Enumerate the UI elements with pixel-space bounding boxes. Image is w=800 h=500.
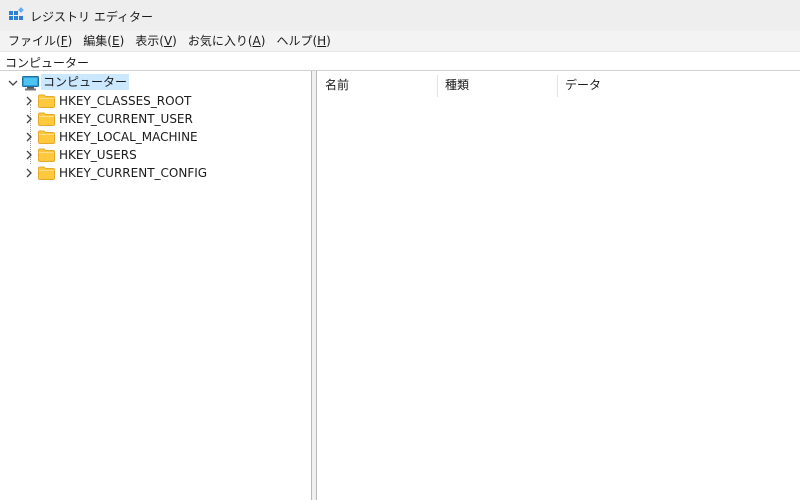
menu-help[interactable]: ヘルプ(H) — [272, 31, 334, 51]
chevron-right-icon[interactable] — [24, 114, 34, 124]
chevron-right-icon[interactable] — [24, 96, 34, 106]
title-bar[interactable]: レジストリ エディター — [0, 0, 800, 31]
column-header-data[interactable]: データ — [557, 73, 797, 97]
folder-icon — [38, 94, 55, 108]
tree-item-hkey-users[interactable]: HKEY_USERS — [59, 147, 137, 163]
tree-item-hkey-current-config[interactable]: HKEY_CURRENT_CONFIG — [59, 165, 207, 181]
registry-editor-window: レジストリ エディター ファイル(F) 編集(E) 表示(V) お気に入り(A)… — [0, 0, 800, 500]
folder-icon — [38, 166, 55, 180]
list-column-headers: 名前 種類 データ — [317, 73, 800, 97]
menu-bar: ファイル(F) 編集(E) 表示(V) お気に入り(A) ヘルプ(H) — [0, 31, 800, 51]
values-list-pane[interactable]: 名前 種類 データ — [317, 71, 800, 500]
menu-view[interactable]: 表示(V) — [131, 31, 181, 51]
folder-icon — [38, 112, 55, 126]
tree-item-hkey-local-machine[interactable]: HKEY_LOCAL_MACHINE — [59, 129, 198, 145]
column-header-name[interactable]: 名前 — [317, 73, 437, 97]
chevron-right-icon[interactable] — [24, 132, 34, 142]
menu-favorites[interactable]: お気に入り(A) — [184, 31, 270, 51]
registry-editor-icon — [9, 7, 24, 20]
chevron-down-icon[interactable] — [8, 78, 18, 88]
folder-icon — [38, 130, 55, 144]
chevron-right-icon[interactable] — [24, 150, 34, 160]
address-bar[interactable]: コンピューター — [0, 51, 800, 71]
tree-item-hkey-classes-root[interactable]: HKEY_CLASSES_ROOT — [59, 93, 191, 109]
address-path[interactable]: コンピューター — [5, 54, 89, 71]
menu-edit[interactable]: 編集(E) — [79, 31, 128, 51]
chevron-right-icon[interactable] — [24, 168, 34, 178]
menu-file[interactable]: ファイル(F) — [4, 31, 76, 51]
folder-icon — [38, 148, 55, 162]
window-title: レジストリ エディター — [30, 10, 153, 24]
tree-pane[interactable]: コンピューター HKEY_CLASSES_ROOT HKEY_CURRENT_U… — [0, 71, 312, 500]
tree-root-label[interactable]: コンピューター — [41, 74, 130, 90]
column-header-type[interactable]: 種類 — [437, 73, 557, 97]
computer-icon — [22, 76, 39, 91]
tree-item-hkey-current-user[interactable]: HKEY_CURRENT_USER — [59, 111, 193, 127]
